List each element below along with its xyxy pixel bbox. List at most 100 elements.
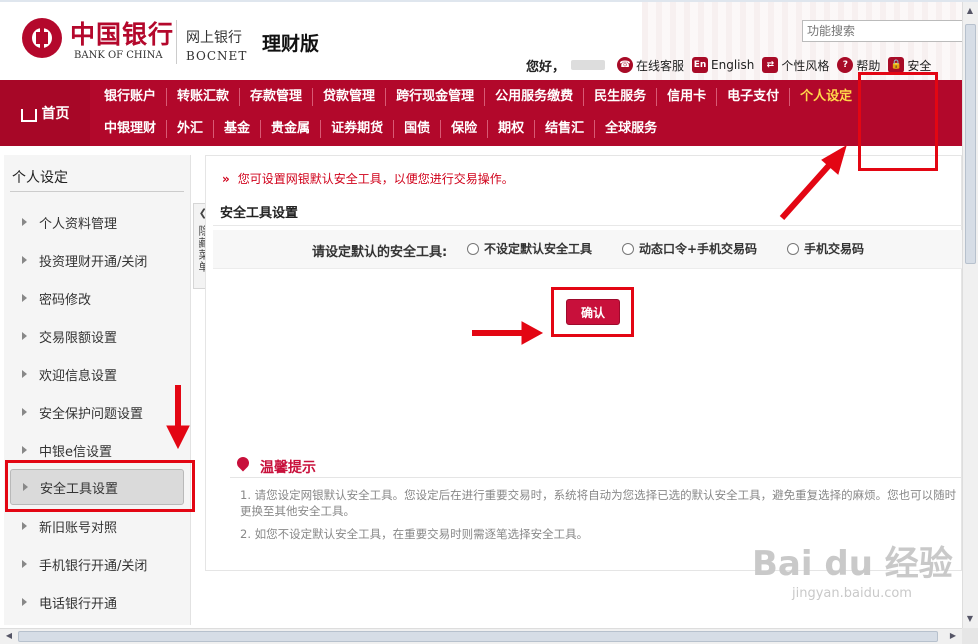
security-label: 安全 xyxy=(907,58,932,73)
sidebar-divider xyxy=(10,191,184,192)
scrollbar-corner xyxy=(962,628,978,644)
scroll-down-icon[interactable]: ▼ xyxy=(963,612,977,626)
highlight-box-nav xyxy=(858,72,938,171)
security-link[interactable]: 🔒 安全 xyxy=(888,57,931,74)
tips-divider xyxy=(230,477,962,478)
highlight-box-confirm xyxy=(551,287,634,337)
online-service-label: 在线客服 xyxy=(636,58,685,73)
sidebar-item-label: 欢迎信息设置 xyxy=(39,368,118,384)
triangle-right-icon xyxy=(22,370,27,378)
en-icon: En xyxy=(692,57,709,73)
horizontal-scroll-thumb[interactable] xyxy=(18,631,938,642)
sidebar-item-investment-toggle[interactable]: 投资理财开通/关闭 xyxy=(10,243,184,277)
radio-circle[interactable] xyxy=(622,242,634,255)
english-link[interactable]: En English xyxy=(692,57,754,73)
tips-title: 温馨提示 xyxy=(260,460,316,476)
scroll-right-icon[interactable]: ▶ xyxy=(946,629,960,643)
radio-circle[interactable] xyxy=(787,242,799,255)
greeting-text: 您好， xyxy=(526,59,566,75)
radio-no-default[interactable]: 不设定默认安全工具 xyxy=(467,240,592,257)
watermark: Bai du 经验 xyxy=(752,544,953,584)
sidebar-item-label: 手机银行开通/关闭 xyxy=(39,558,148,574)
nav-home-label: 首页 xyxy=(41,106,70,122)
function-search-input[interactable] xyxy=(802,20,972,42)
scroll-up-icon[interactable]: ▲ xyxy=(963,4,977,18)
lock-icon: 🔒 xyxy=(888,57,905,73)
nav-home[interactable]: 首页 xyxy=(0,80,90,146)
nav-fund[interactable]: 基金 xyxy=(214,120,262,138)
triangle-right-icon xyxy=(22,218,27,226)
nav-insurance[interactable]: 保险 xyxy=(441,120,489,138)
help-label: 帮助 xyxy=(856,58,881,73)
nav-deposit[interactable]: 存款管理 xyxy=(240,88,314,106)
radio-token-plus-sms[interactable]: 动态口令+手机交易码 xyxy=(622,240,757,257)
sidebar-item-limit[interactable]: 交易限额设置 xyxy=(10,319,184,353)
sidebar-item-phone-banking[interactable]: 电话银行开通 xyxy=(10,585,184,619)
home-icon xyxy=(20,108,37,122)
scroll-left-icon[interactable]: ◀ xyxy=(2,629,16,643)
sidebar-title: 个人设定 xyxy=(12,170,68,186)
triangle-right-icon xyxy=(22,598,27,606)
radio-label: 动态口令+手机交易码 xyxy=(639,242,758,256)
nav-credit-card[interactable]: 信用卡 xyxy=(657,88,718,106)
bocnet-label: BOCNET xyxy=(186,49,248,63)
nav-row-1: 银行账户 转账汇款 存款管理 贷款管理 跨行现金管理 公用服务缴费 民生服务 信… xyxy=(94,82,862,112)
notice-text: 您可设置网银默认安全工具，以便您进行交易操作。 xyxy=(237,172,514,186)
online-service-link[interactable]: ☎ 在线客服 xyxy=(617,57,684,74)
double-chevron-icon: » xyxy=(222,172,230,186)
sidebar-item-mobile-banking[interactable]: 手机银行开通/关闭 xyxy=(10,547,184,581)
sidebar-item-label: 密码修改 xyxy=(39,292,92,308)
radio-label: 不设定默认安全工具 xyxy=(484,242,593,256)
highlight-box-sidebar xyxy=(5,460,195,512)
sidebar-item-label: 投资理财开通/关闭 xyxy=(39,254,148,270)
logo-english-name: BANK OF CHINA xyxy=(74,50,163,61)
sidebar-item-label: 个人资料管理 xyxy=(39,216,118,232)
sidebar-item-security-question[interactable]: 安全保护问题设置 xyxy=(10,395,184,429)
nav-row-2: 中银理财 外汇 基金 贵金属 证券期货 国债 保险 期权 结售汇 全球服务 xyxy=(94,114,667,144)
edition-title: 理财版 xyxy=(262,33,320,55)
nav-cash-management[interactable]: 跨行现金管理 xyxy=(386,88,486,106)
sidebar-item-welcome[interactable]: 欢迎信息设置 xyxy=(10,357,184,391)
nav-forex[interactable]: 外汇 xyxy=(167,120,215,138)
triangle-right-icon xyxy=(22,560,27,568)
nav-transfer[interactable]: 转账汇款 xyxy=(167,88,241,106)
nav-loan[interactable]: 贷款管理 xyxy=(313,88,387,106)
nav-livelihood[interactable]: 民生服务 xyxy=(584,88,658,106)
nav-wealth[interactable]: 中银理财 xyxy=(94,120,168,138)
nav-e-payment[interactable]: 电子支付 xyxy=(717,88,791,106)
radio-circle[interactable] xyxy=(467,242,479,255)
triangle-right-icon xyxy=(22,332,27,340)
radio-sms-code[interactable]: 手机交易码 xyxy=(787,240,864,257)
style-switch-icon: ⇄ xyxy=(762,57,779,73)
nav-bank-account[interactable]: 银行账户 xyxy=(94,88,168,106)
nav-bonds[interactable]: 国债 xyxy=(394,120,442,138)
sidebar-item-label: 安全保护问题设置 xyxy=(39,406,144,422)
nav-securities[interactable]: 证券期货 xyxy=(321,120,395,138)
style-switch-link[interactable]: ⇄ 个性风格 xyxy=(762,57,829,74)
horizontal-scrollbar[interactable]: ◀ ▶ xyxy=(0,628,962,644)
help-link[interactable]: ? 帮助 xyxy=(837,57,880,74)
nav-global-service[interactable]: 全球服务 xyxy=(595,120,667,138)
sidebar-item-label: 新旧账号对照 xyxy=(39,520,118,536)
nav-personal-settings[interactable]: 个人设定 xyxy=(790,88,862,106)
vertical-scroll-thumb[interactable] xyxy=(965,24,976,264)
vertical-scrollbar[interactable]: ▲ ▼ xyxy=(962,2,978,628)
help-icon: ? xyxy=(837,57,854,73)
sidebar-item-account-mapping[interactable]: 新旧账号对照 xyxy=(10,509,184,543)
radio-label: 手机交易码 xyxy=(804,242,865,256)
customer-service-icon: ☎ xyxy=(617,57,634,73)
sidebar-item-label: 交易限额设置 xyxy=(39,330,118,346)
tip-item: 1. 请您设定网银默认安全工具。您设定后在进行重要交易时，系统将自动为您选择已选… xyxy=(240,488,957,518)
nav-utility-payment[interactable]: 公用服务缴费 xyxy=(485,88,585,106)
triangle-right-icon xyxy=(22,522,27,530)
logo-chinese-name: 中国银行 xyxy=(70,20,175,49)
bank-logo-icon[interactable] xyxy=(22,18,62,58)
style-switch-label: 个性风格 xyxy=(781,58,830,73)
nav-options[interactable]: 期权 xyxy=(488,120,536,138)
triangle-right-icon xyxy=(22,294,27,302)
sidebar-item-password[interactable]: 密码修改 xyxy=(10,281,184,315)
username-masked xyxy=(571,60,606,70)
nav-precious-metal[interactable]: 贵金属 xyxy=(261,120,322,138)
sidebar-item-profile[interactable]: 个人资料管理 xyxy=(10,205,184,239)
nav-fx-settlement[interactable]: 结售汇 xyxy=(535,120,596,138)
